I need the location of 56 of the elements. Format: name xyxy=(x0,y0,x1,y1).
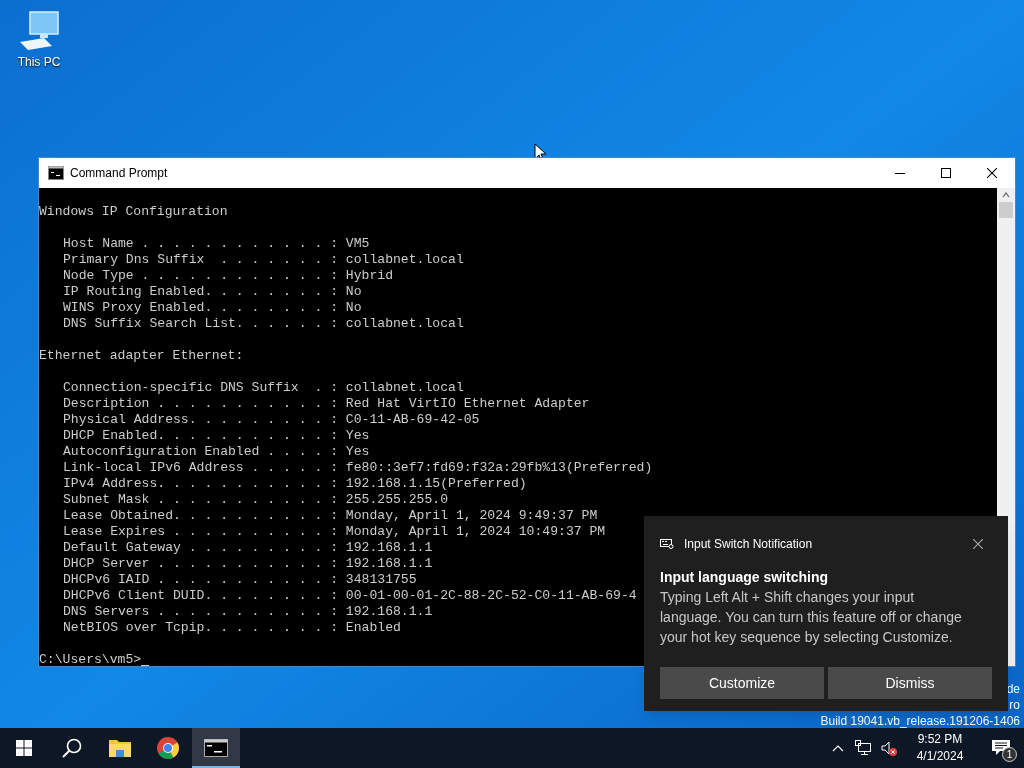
console-line: Node Type . . . . . . . . . . . . : Hybrid xyxy=(62,268,394,284)
notification-app-name: Input Switch Notification xyxy=(684,536,813,553)
folder-icon xyxy=(109,738,131,758)
notification-button[interactable]: Dismiss xyxy=(828,667,992,699)
console-line: Physical Address. . . . . . . . . : C0-11-AB-69-42-05 xyxy=(62,412,480,428)
console-line: DHCPv6 Client DUID. . . . . . . . : 00-01-00-01-2C-88-2C-52-C0-11-AB-69-4 xyxy=(62,588,637,604)
window-title: Command Prompt xyxy=(70,165,168,182)
keyboard-icon xyxy=(660,539,674,549)
search-icon xyxy=(62,738,82,758)
chevron-up-icon[interactable] xyxy=(832,744,844,752)
console-line: NetBIOS over Tcpip. . . . . . . . : Enabled xyxy=(62,620,401,636)
taskbar-button[interactable] xyxy=(192,728,240,768)
console-line: Primary Dns Suffix . . . . . . . : collabnet.local xyxy=(62,252,464,268)
console-line: DHCPv6 IAID . . . . . . . . . . . : 348131755 xyxy=(62,572,417,588)
start-icon xyxy=(16,740,32,756)
console-line: WINS Proxy Enabled. . . . . . . . : No xyxy=(62,300,362,316)
clock[interactable]: 9:52 PM 4/1/2024 xyxy=(902,728,978,768)
console-line: Description . . . . . . . . . . . : Red Hat VirtIO Ethernet Adapter xyxy=(62,396,590,412)
notification-heading: Input language switching xyxy=(660,568,829,587)
close-icon xyxy=(973,539,983,549)
console-line: Connection-specific DNS Suffix . : collabnet.local xyxy=(62,380,464,396)
close-button[interactable] xyxy=(970,536,986,552)
notification-count-badge: 1 xyxy=(1002,747,1017,762)
console-line: DHCP Enabled. . . . . . . . . . . : Yes xyxy=(62,428,370,444)
command-prompt: C:\Users\vm5> xyxy=(39,652,142,666)
desktop-watermark-text: ro xyxy=(1009,697,1020,713)
network-icon[interactable] xyxy=(855,740,871,756)
computer-icon[interactable] xyxy=(18,8,60,52)
muted-speaker-icon[interactable] xyxy=(881,740,897,756)
console-line: Host Name . . . . . . . . . . . . : VM5 xyxy=(62,236,370,252)
console-line: Windows IP Configuration xyxy=(39,204,229,220)
console-line: DNS Suffix Search List. . . . . . : collabnet.local xyxy=(62,316,464,332)
console-line: Ethernet adapter Ethernet: xyxy=(39,348,245,364)
console-app-icon xyxy=(204,739,228,757)
clock-date: 4/1/2024 xyxy=(916,748,964,765)
console-line: Lease Obtained. . . . . . . . . . : Monday, April 1, 2024 9:49:37 PM xyxy=(62,508,598,524)
console-line: Subnet Mask . . . . . . . . . . . : 255.255.255.0 xyxy=(62,492,449,508)
notification-button[interactable]: Customize xyxy=(660,667,824,699)
clock-time: 9:52 PM xyxy=(917,731,963,748)
console-line: IP Routing Enabled. . . . . . . . : No xyxy=(62,284,362,300)
console-line: Default Gateway . . . . . . . . . : 192.168.1.1 xyxy=(62,540,433,556)
scroll-thumb[interactable] xyxy=(999,202,1013,218)
chrome-icon xyxy=(157,737,179,759)
console-line: Autoconfiguration Enabled . . . . : Yes xyxy=(62,444,370,460)
console-app-icon xyxy=(48,166,64,180)
console-line: DHCP Server . . . . . . . . . . . : 192.168.1.1 xyxy=(62,556,433,572)
action-center-button[interactable]: 1 xyxy=(978,728,1024,768)
desktop-icon-label[interactable]: This PC xyxy=(17,53,61,71)
maximize-icon xyxy=(941,168,951,178)
console-line: DNS Servers . . . . . . . . . . . : 192.168.1.1 xyxy=(62,604,433,620)
console-line: Lease Expires . . . . . . . . . . : Monday, April 1, 2024 10:49:37 PM xyxy=(62,524,606,540)
desktop-watermark-text: Build 19041.vb_release.191206-1406 xyxy=(820,713,1020,729)
close-icon xyxy=(987,168,997,178)
console-line: Link-local IPv6 Address . . . . . : fe80::3ef7:fd69:f32a:29fb%13(Preferred) xyxy=(62,460,653,476)
notification-body: Typing Left Alt + Shift changes your input language. You can turn this feature off or change your hot key sequence by selecting Customize. xyxy=(660,588,963,647)
console-line: IPv4 Address. . . . . . . . . . . : 192.168.1.15(Preferred) xyxy=(62,476,527,492)
